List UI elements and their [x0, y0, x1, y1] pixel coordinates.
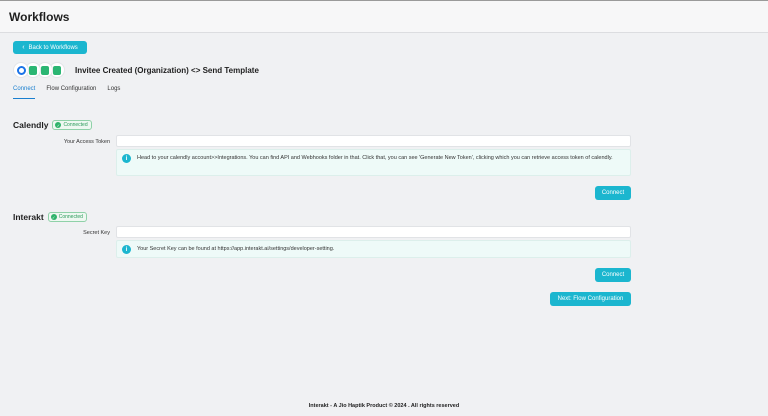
workflow-tabs: Connect Flow Configuration Logs: [13, 85, 120, 101]
interakt-info-box: i Your Secret Key can be found at https:…: [116, 240, 631, 258]
tab-connect[interactable]: Connect: [13, 85, 36, 99]
calendly-info-text: Head to your calendly account>>Integrati…: [137, 155, 613, 161]
interakt-title: Interakt: [13, 212, 44, 222]
footer-text: Interakt - A Jio Haptik Product © 2024 .…: [308, 403, 460, 409]
chevron-left-icon: ‹: [22, 44, 25, 51]
tab-logs[interactable]: Logs: [107, 85, 120, 99]
access-token-label: Your Access Token: [63, 139, 110, 145]
info-icon: i: [122, 245, 131, 254]
calendly-icon: [13, 62, 29, 78]
calendly-section-title: Calendly ✓ Connected: [13, 120, 92, 130]
secret-key-label: Secret Key: [83, 230, 110, 236]
tab-flow-configuration[interactable]: Flow Configuration: [46, 85, 96, 99]
check-icon: ✓: [55, 122, 62, 128]
status-badge: ✓ Connected: [47, 212, 87, 222]
page-title: Workflows: [9, 10, 70, 24]
back-button-label: Back to Workflows: [28, 44, 78, 51]
secret-key-input[interactable]: [116, 226, 631, 238]
check-icon: ✓: [50, 214, 57, 220]
interakt-connect-button[interactable]: Connect: [595, 268, 631, 282]
interakt-section-title: Interakt ✓ Connected: [13, 212, 87, 222]
access-token-input[interactable]: [116, 135, 631, 147]
status-badge-label: Connected: [58, 214, 83, 220]
next-flow-configuration-button[interactable]: Next: Flow Configuration: [550, 292, 631, 306]
workflow-app-icons: [13, 62, 69, 80]
info-icon: i: [122, 154, 131, 163]
calendly-connect-button[interactable]: Connect: [595, 186, 631, 200]
status-badge: ✓ Connected: [52, 120, 92, 130]
top-bar: Workflows: [0, 0, 768, 33]
back-to-workflows-button[interactable]: ‹ Back to Workflows: [13, 41, 87, 54]
status-badge-label: Connected: [63, 122, 88, 128]
calendly-title: Calendly: [13, 120, 49, 130]
calendly-info-box: i Head to your calendly account>>Integra…: [116, 149, 631, 176]
workflow-title: Invitee Created (Organization) <> Send T…: [75, 66, 259, 75]
interakt-info-text: Your Secret Key can be found at https://…: [137, 246, 335, 252]
